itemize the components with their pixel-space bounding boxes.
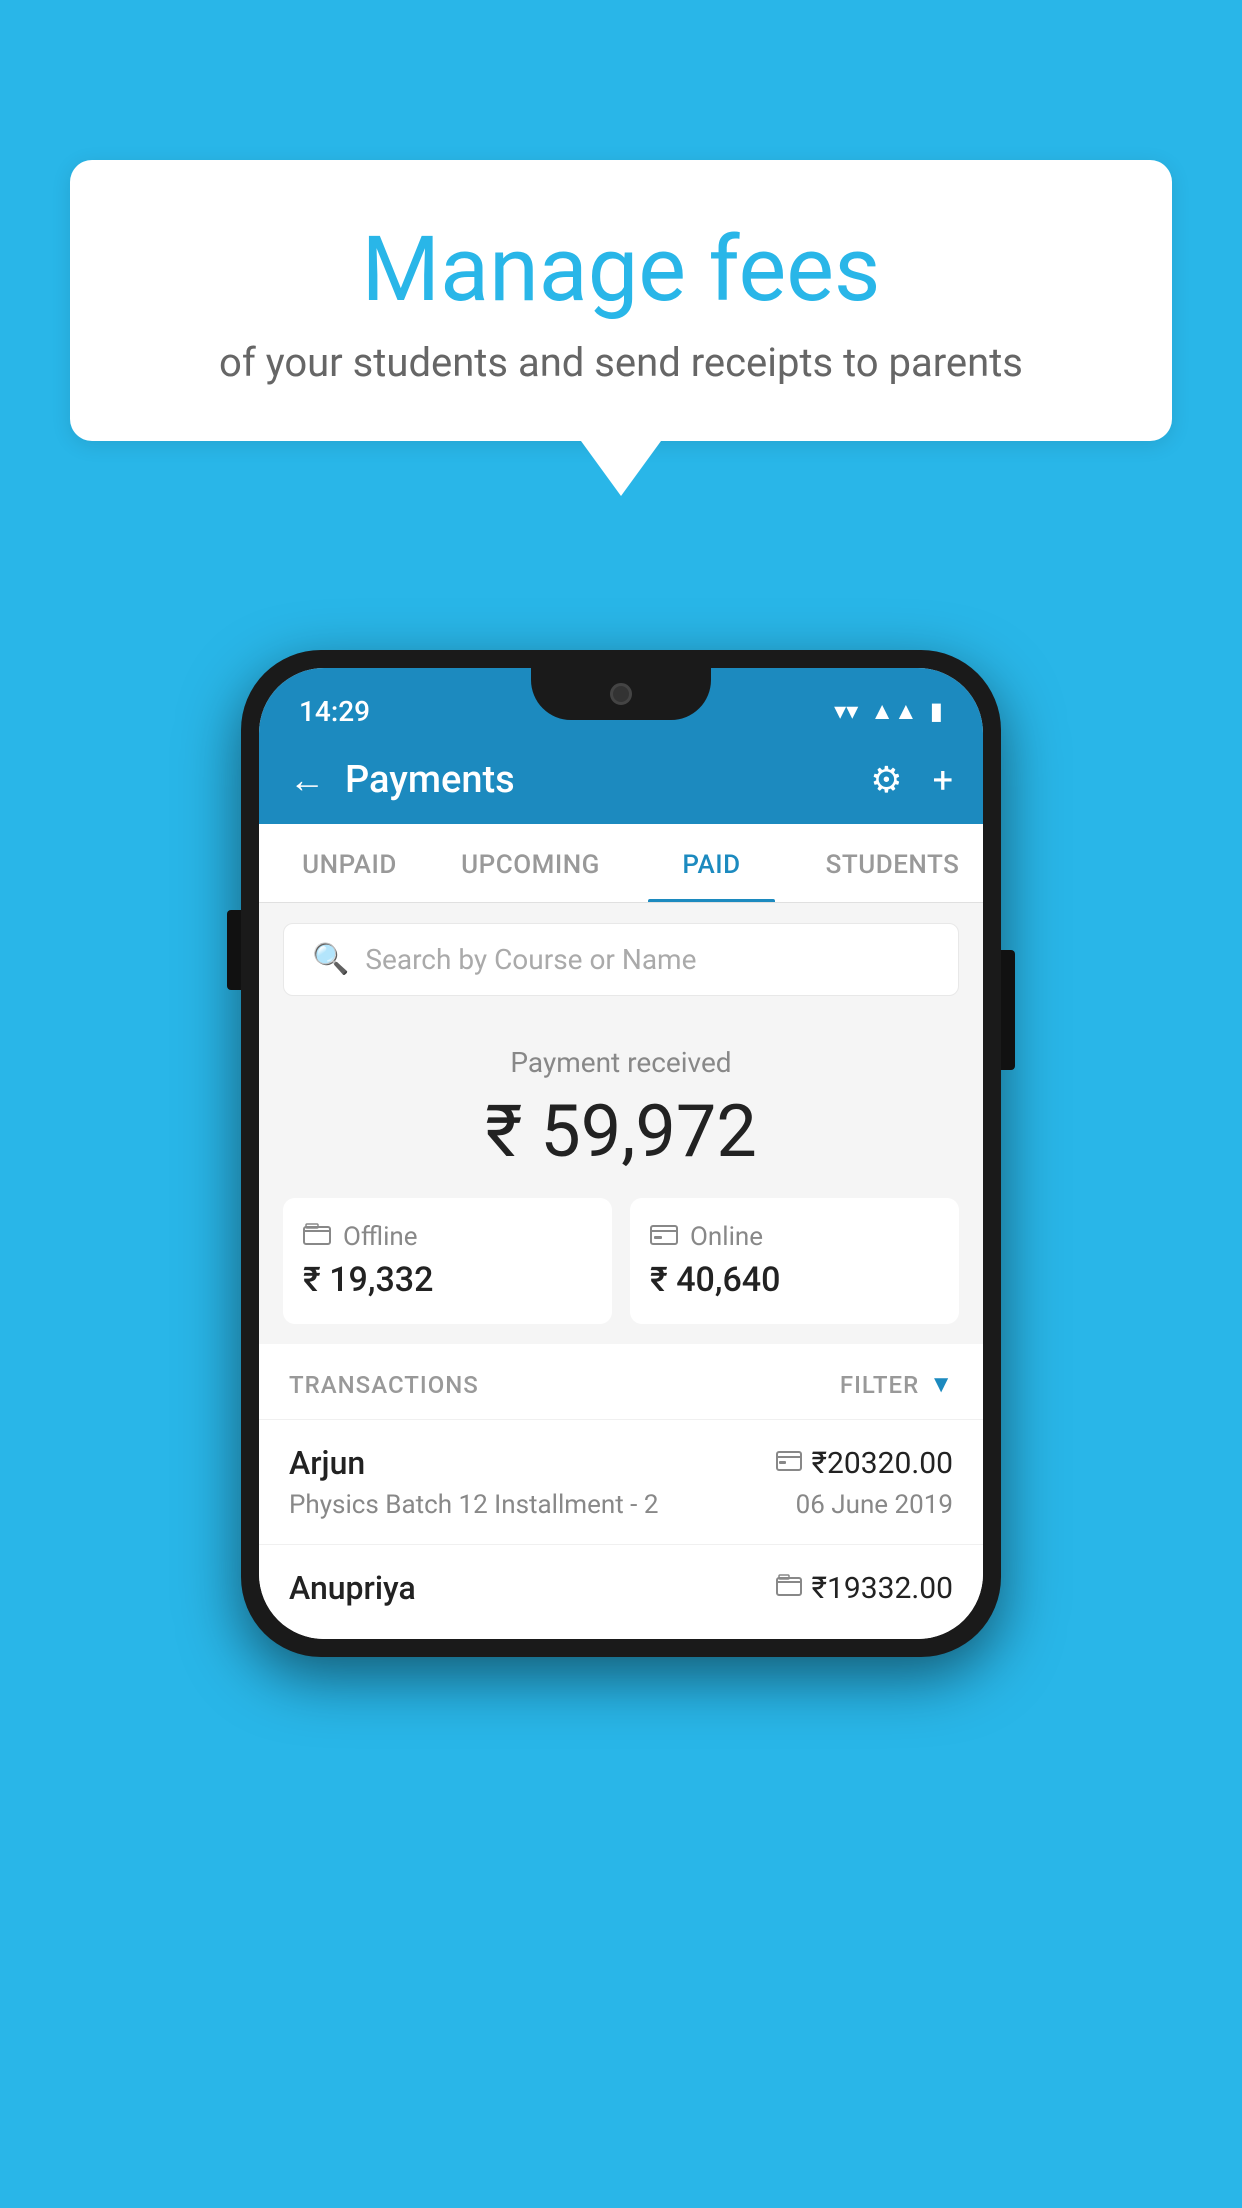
battery-icon: ▮ xyxy=(930,697,943,725)
speech-bubble-section: Manage fees of your students and send re… xyxy=(70,160,1172,496)
online-payment-icon xyxy=(776,1448,802,1478)
payment-card-offline-header: Offline xyxy=(303,1222,592,1252)
transactions-label: TRANSACTIONS xyxy=(289,1371,479,1399)
speech-bubble-title: Manage fees xyxy=(130,220,1112,319)
payment-card-online-header: Online xyxy=(650,1222,939,1252)
tab-students[interactable]: STUDENTS xyxy=(802,824,983,902)
camera-dot xyxy=(610,683,632,705)
signal-icon: ▲▲ xyxy=(870,697,918,726)
phone-wrapper: 14:29 ▾▾ ▲▲ ▮ ← Payments ⚙ + UNPAID xyxy=(241,650,1001,1657)
online-amount: ₹ 40,640 xyxy=(650,1260,939,1300)
tab-upcoming[interactable]: UPCOMING xyxy=(440,824,621,902)
back-button[interactable]: ← xyxy=(289,759,325,801)
payment-cards: Offline ₹ 19,332 xyxy=(283,1198,959,1324)
speech-bubble: Manage fees of your students and send re… xyxy=(70,160,1172,441)
transaction-course: Physics Batch 12 Installment - 2 xyxy=(289,1490,658,1520)
transaction-row-top: Arjun ₹20320.00 xyxy=(289,1444,953,1482)
filter-container[interactable]: FILTER ▼ xyxy=(840,1370,953,1399)
transaction-amount-container: ₹20320.00 xyxy=(776,1446,953,1481)
tab-unpaid[interactable]: UNPAID xyxy=(259,824,440,902)
offline-payment-icon xyxy=(776,1573,802,1603)
header-title: Payments xyxy=(345,758,850,802)
transaction-date: 06 June 2019 xyxy=(796,1490,953,1520)
speech-bubble-subtitle: of your students and send receipts to pa… xyxy=(130,339,1112,386)
payment-card-online: Online ₹ 40,640 xyxy=(630,1198,959,1324)
payment-received-label: Payment received xyxy=(283,1046,959,1079)
transaction-amount: ₹20320.00 xyxy=(812,1446,953,1481)
gear-icon[interactable]: ⚙ xyxy=(870,759,902,801)
online-label: Online xyxy=(690,1222,763,1252)
table-row[interactable]: Anupriya ₹19332.00 xyxy=(259,1544,983,1639)
app-header: ← Payments ⚙ + xyxy=(259,736,983,824)
search-icon: 🔍 xyxy=(312,942,349,977)
transaction-row-bottom: Physics Batch 12 Installment - 2 06 June… xyxy=(289,1490,953,1520)
table-row[interactable]: Arjun ₹20320.00 Physics Batch 1 xyxy=(259,1419,983,1544)
phone: 14:29 ▾▾ ▲▲ ▮ ← Payments ⚙ + UNPAID xyxy=(241,650,1001,1657)
speech-bubble-arrow xyxy=(581,441,661,496)
tab-paid[interactable]: PAID xyxy=(621,824,802,902)
phone-screen: 14:29 ▾▾ ▲▲ ▮ ← Payments ⚙ + UNPAID xyxy=(259,668,983,1639)
offline-icon xyxy=(303,1222,331,1252)
transaction-name: Arjun xyxy=(289,1444,365,1482)
payment-summary: Payment received ₹ 59,972 xyxy=(259,1016,983,1344)
offline-label: Offline xyxy=(343,1222,418,1252)
wifi-icon: ▾▾ xyxy=(834,697,858,725)
filter-label: FILTER xyxy=(840,1371,919,1399)
offline-amount: ₹ 19,332 xyxy=(303,1260,592,1300)
status-icons: ▾▾ ▲▲ ▮ xyxy=(834,697,943,726)
payment-total-amount: ₹ 59,972 xyxy=(283,1089,959,1174)
transaction-name: Anupriya xyxy=(289,1569,416,1607)
search-bar[interactable]: 🔍 Search by Course or Name xyxy=(283,923,959,996)
header-icons: ⚙ + xyxy=(870,759,953,801)
search-container: 🔍 Search by Course or Name xyxy=(259,903,983,1016)
transaction-row-top: Anupriya ₹19332.00 xyxy=(289,1569,953,1607)
filter-icon: ▼ xyxy=(929,1370,953,1399)
plus-icon[interactable]: + xyxy=(933,759,953,801)
online-icon xyxy=(650,1222,678,1252)
transaction-amount: ₹19332.00 xyxy=(812,1571,953,1606)
transactions-header: TRANSACTIONS FILTER ▼ xyxy=(259,1344,983,1419)
search-placeholder: Search by Course or Name xyxy=(365,943,696,976)
phone-notch xyxy=(531,668,711,720)
transaction-amount-container: ₹19332.00 xyxy=(776,1571,953,1606)
status-time: 14:29 xyxy=(299,695,370,728)
tabs-bar: UNPAID UPCOMING PAID STUDENTS xyxy=(259,824,983,903)
payment-card-offline: Offline ₹ 19,332 xyxy=(283,1198,612,1324)
